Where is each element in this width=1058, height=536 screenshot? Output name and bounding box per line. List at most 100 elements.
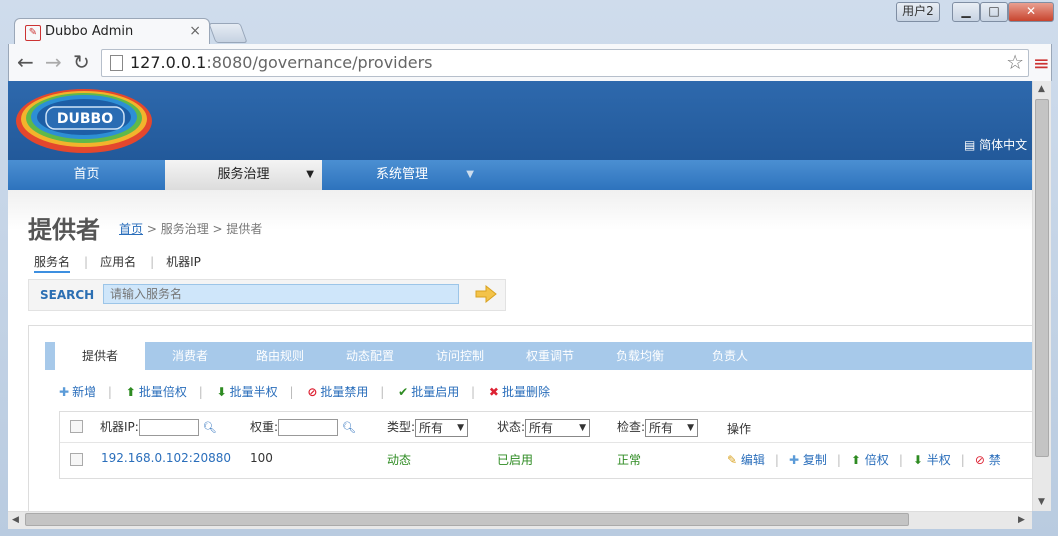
scroll-down-arrow-icon[interactable]: ▼ xyxy=(1038,497,1045,507)
up-arrow-icon: ⬆ xyxy=(125,385,136,399)
plus-icon: ✚ xyxy=(788,453,800,467)
maximize-button[interactable]: □ xyxy=(980,2,1008,22)
dropdown-arrow-icon: ▼ xyxy=(306,169,314,180)
language-link[interactable]: ▤ 简体中文 xyxy=(964,136,1027,153)
tab-title: Dubbo Admin xyxy=(45,24,134,39)
breadcrumb: 首页 > 服务治理 > 提供者 xyxy=(119,222,263,236)
ip-filter: 机器IP: 🔍︎ xyxy=(100,419,217,436)
breadcrumb-home-link[interactable]: 首页 xyxy=(119,222,143,236)
nav-item-system-management[interactable]: 系统管理 ▼ xyxy=(322,160,482,190)
address-bar[interactable]: 127.0.0.1:8080/governance/providers ☆ xyxy=(101,49,1029,77)
edit-button[interactable]: ✎ 编辑 xyxy=(727,453,765,467)
down-arrow-icon: ⬇ xyxy=(912,453,923,467)
reload-icon[interactable]: ↻ xyxy=(73,50,90,74)
page-body: 提供者 首页 > 服务治理 > 提供者 服务名 | 应用名 | 机器IP SEARCH … xyxy=(8,190,1032,511)
content-panel: 提供者 消费者 路由规则 动态配置 访问控制 权重调节 负载均衡 负责人 ✚ 新增… xyxy=(28,325,1032,511)
row-checkbox[interactable] xyxy=(70,453,83,466)
tab-access-control[interactable]: 访问控制 xyxy=(415,342,505,370)
tab-consumers[interactable]: 消费者 xyxy=(145,342,235,370)
dubbo-logo[interactable]: DUBBO xyxy=(14,87,154,155)
search-input[interactable] xyxy=(103,284,459,304)
forward-arrow-icon[interactable]: → xyxy=(45,50,62,74)
provider-status: 已启用 xyxy=(497,453,534,467)
tab-dynamic-config[interactable]: 动态配置 xyxy=(325,342,415,370)
scroll-up-arrow-icon[interactable]: ▲ xyxy=(1038,84,1045,94)
bookmark-star-icon[interactable]: ☆ xyxy=(1006,50,1024,74)
new-tab-button[interactable] xyxy=(208,23,248,43)
main-nav: 首页 服务治理 ▼ 系统管理 ▼ xyxy=(8,160,1032,190)
add-button[interactable]: ✚ 新增 xyxy=(59,385,96,399)
scroll-left-arrow-icon[interactable]: ◀ xyxy=(12,515,19,525)
tab-routes[interactable]: 路由规则 xyxy=(235,342,325,370)
check-filter: 检查: 所有 ▼ xyxy=(617,418,699,437)
copy-button[interactable]: ✚ 复制 xyxy=(789,453,827,467)
page-icon xyxy=(110,55,123,71)
search-tab-service[interactable]: 服务名 xyxy=(34,255,71,273)
select-all-checkbox[interactable] xyxy=(70,420,83,433)
tab-owners[interactable]: 负责人 xyxy=(685,342,775,370)
table-row: 192.168.0.102:20880 100 动态 已启用 正常 ✎ 编辑 | ✚… xyxy=(60,443,1032,476)
check-icon: ✔ xyxy=(398,385,409,399)
search-box: SEARCH xyxy=(28,279,506,311)
ban-icon: ⊘ xyxy=(307,385,318,399)
search-icon[interactable]: 🔍︎ xyxy=(203,421,217,434)
url-text: 127.0.0.1:8080/governance/providers xyxy=(130,53,433,72)
double-weight-button[interactable]: ⬆ 倍权 xyxy=(851,453,889,467)
vertical-scroll-thumb[interactable] xyxy=(1035,99,1049,457)
search-tab-ip[interactable]: 机器IP xyxy=(166,255,201,269)
search-label: SEARCH xyxy=(40,288,95,302)
search-arrow-icon[interactable] xyxy=(475,285,497,303)
provider-type: 动态 xyxy=(387,453,412,467)
up-arrow-icon: ⬆ xyxy=(850,453,861,467)
type-filter: 类型: 所有 ▼ xyxy=(387,418,469,437)
page-viewport: DUBBO ▤ 简体中文 首页 服务治理 ▼ 系统管理 ▼ 提供者 首页 > 服… xyxy=(8,81,1032,511)
disable-button[interactable]: ⊘ 禁 xyxy=(975,453,1001,467)
dropdown-arrow-icon: ▼ xyxy=(466,169,474,180)
search-tab-application[interactable]: 应用名 xyxy=(100,255,136,269)
horizontal-scroll-thumb[interactable] xyxy=(25,513,909,526)
search-icon[interactable]: 🔍︎ xyxy=(342,421,356,434)
plus-icon: ✚ xyxy=(59,385,70,399)
table-header: 机器IP: 🔍︎ 权重: 🔍︎ 类型: 所有 ▼ 状态: 所有 ▼ 检查: 所有 ▼ 操作 xyxy=(60,412,1032,443)
back-arrow-icon[interactable]: ← xyxy=(17,50,34,74)
delete-x-icon: ✖ xyxy=(488,385,499,399)
tab-weights[interactable]: 权重调节 xyxy=(505,342,595,370)
status-select[interactable]: 所有 ▼ xyxy=(525,418,591,437)
type-select[interactable]: 所有 ▼ xyxy=(415,418,469,437)
provider-weight: 100 xyxy=(250,451,273,465)
tab-close-icon[interactable]: × xyxy=(189,23,201,39)
page-title: 提供者 xyxy=(28,216,100,244)
scroll-right-arrow-icon[interactable]: ▶ xyxy=(1018,515,1025,525)
site-header: DUBBO ▤ 简体中文 xyxy=(8,81,1032,160)
action-bar: ✚ 新增 | ⬆ 批量倍权 | ⬇ 批量半权 | ⊘ 批量禁用 | ✔ 批量启用 | ✖ 批… xyxy=(59,385,550,399)
search-type-tabs: 服务名 | 应用名 | 机器IP xyxy=(34,253,215,273)
favicon-icon: ✎ xyxy=(25,25,41,41)
nav-item-home[interactable]: 首页 xyxy=(8,160,165,190)
minimize-button[interactable]: ▁ xyxy=(952,2,980,22)
tab-load-balance[interactable]: 负载均衡 xyxy=(595,342,685,370)
weight-filter-input[interactable] xyxy=(278,419,339,436)
weight-filter: 权重: 🔍︎ xyxy=(250,419,356,436)
pencil-icon: ✎ xyxy=(727,453,738,467)
batch-enable-button[interactable]: ✔ 批量启用 xyxy=(398,385,459,399)
panel-tabs: 提供者 消费者 路由规则 动态配置 访问控制 权重调节 负载均衡 负责人 xyxy=(45,342,1032,370)
browser-tab[interactable]: ✎ Dubbo Admin × xyxy=(14,18,210,45)
down-arrow-icon: ⬇ xyxy=(216,385,227,399)
batch-disable-button[interactable]: ⊘ 批量禁用 xyxy=(307,385,368,399)
batch-delete-button[interactable]: ✖ 批量删除 xyxy=(489,385,550,399)
status-filter: 状态: 所有 ▼ xyxy=(497,418,591,437)
tab-providers[interactable]: 提供者 xyxy=(55,342,145,370)
browser-toolbar: ← → ↻ 127.0.0.1:8080/governance/provider… xyxy=(8,44,1052,81)
row-ops: ✎ 编辑 | ✚ 复制 | ⬆ 倍权 | ⬇ 半权 | ⊘ 禁 xyxy=(727,453,1001,467)
ip-filter-input[interactable] xyxy=(138,419,199,436)
user-profile-button[interactable]: 用户2 xyxy=(896,2,940,22)
check-select[interactable]: 所有 ▼ xyxy=(645,418,699,437)
batch-double-button[interactable]: ⬆ 批量倍权 xyxy=(126,385,187,399)
ban-icon: ⊘ xyxy=(974,453,985,467)
half-weight-button[interactable]: ⬇ 半权 xyxy=(913,453,951,467)
chrome-menu-icon[interactable]: ≡ xyxy=(1033,51,1050,75)
nav-item-service-governance[interactable]: 服务治理 ▼ xyxy=(165,160,322,190)
provider-address-link[interactable]: 192.168.0.102:20880 xyxy=(101,451,231,465)
window-close-button[interactable]: ✕ xyxy=(1008,2,1054,22)
batch-half-button[interactable]: ⬇ 批量半权 xyxy=(217,385,278,399)
